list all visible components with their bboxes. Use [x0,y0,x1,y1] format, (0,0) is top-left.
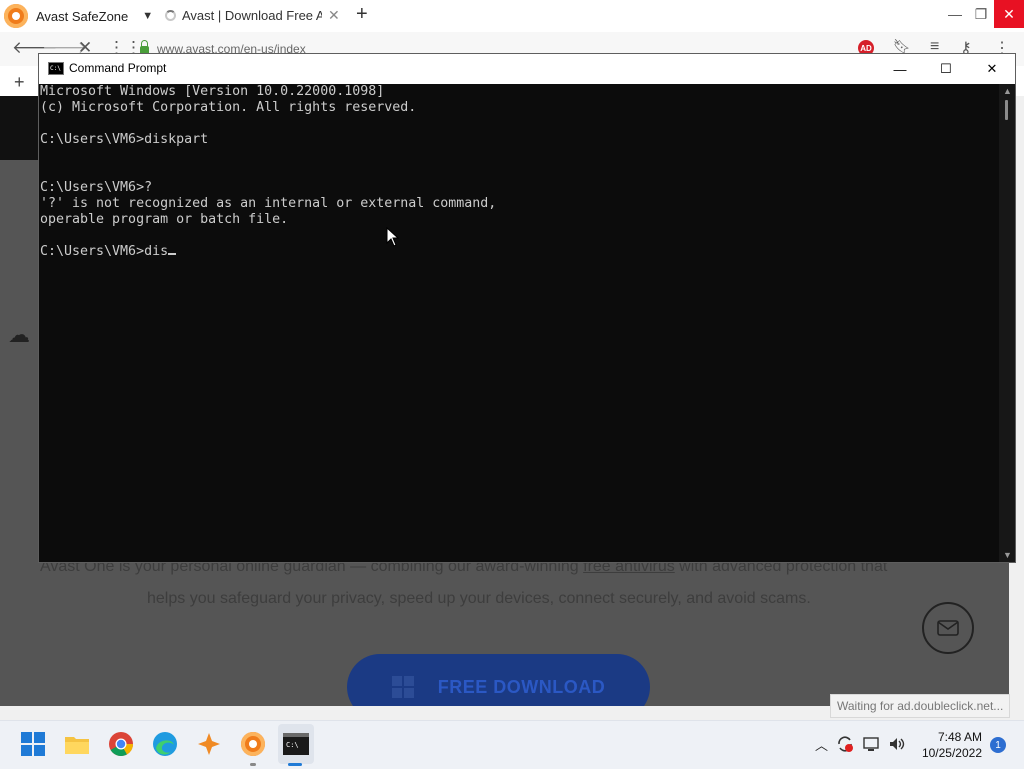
chevron-up-icon[interactable]: ︿ [815,735,828,754]
cmd-console[interactable]: Microsoft Windows [Version 10.0.22000.10… [39,84,999,562]
status-bar-text: Waiting for ad.doubleclick.net... [830,694,1010,718]
running-indicator [250,763,256,766]
clock-time: 7:48 AM [937,730,982,744]
console-line: (c) Microsoft Corporation. All rights re… [40,100,417,115]
network-icon[interactable] [862,735,880,753]
cmd-close-icon[interactable]: ✕ [969,54,1015,84]
console-line: C:\Users\VM6>? [40,180,153,195]
browser-tab[interactable]: Avast | Download Free Ant ✕ [165,7,345,24]
app-title: Avast SafeZone [36,8,129,24]
start-icon[interactable] [20,731,46,757]
scroll-up-icon[interactable]: ▲ [1003,86,1012,96]
avast-secure-browser-icon[interactable] [196,731,222,757]
browser-window-controls: — ❐ ✕ [942,0,1024,28]
clock[interactable]: 7:48 AM 10/25/2022 [922,729,982,761]
free-download-button[interactable]: FREE DOWNLOAD [347,654,650,706]
close-icon[interactable]: ✕ [994,0,1024,28]
command-prompt-taskbar-icon[interactable]: C:\ [283,733,309,755]
mouse-pointer-icon [386,227,400,247]
minimize-icon[interactable]: — [942,0,968,28]
scroll-down-icon[interactable]: ▼ [1003,550,1012,560]
console-line: '?' is not recognized as an internal or … [40,196,497,211]
chevron-down-icon[interactable]: ▼ [142,10,153,22]
edge-icon[interactable] [152,731,178,757]
chrome-icon[interactable] [108,731,134,757]
cmd-minimize-icon[interactable]: — [877,54,923,84]
taskbar: C:\ ︿ 7:48 AM 10/25/2022 1 [0,720,1024,769]
download-label: FREE DOWNLOAD [437,676,606,697]
clock-date: 10/25/2022 [921,746,982,760]
cmd-scrollbar[interactable]: ▲ ▼ [999,84,1015,562]
cmd-title-bar[interactable]: C:\ Command Prompt — ☐ ✕ [39,54,1015,84]
svg-text:C:\: C:\ [286,741,299,749]
command-prompt-window[interactable]: C:\ Command Prompt — ☐ ✕ Microsoft Windo… [38,53,1016,563]
file-explorer-icon[interactable] [64,731,90,757]
avast-logo-icon [4,4,28,28]
volume-icon[interactable] [888,735,906,753]
cmd-title: Command Prompt [69,61,167,75]
loading-spinner-icon [165,10,176,21]
windows-logo-icon [391,676,414,698]
page-description-line2: helps you safeguard your privacy, speed … [147,590,811,607]
browser-tab-bar: Avast SafeZone ▼ Avast | Download Free A… [0,0,1024,32]
restore-icon[interactable]: ❐ [968,0,994,28]
notification-badge[interactable]: 1 [990,737,1006,753]
tab-title: Avast | Download Free Ant [182,8,322,23]
cmd-maximize-icon[interactable]: ☐ [923,54,969,84]
console-line: operable program or batch file. [40,212,289,227]
active-indicator [288,763,302,766]
add-sidebar-icon[interactable]: + [14,72,25,93]
console-line: C:\Users\VM6>diskpart [40,132,209,147]
console-input[interactable]: C:\Users\VM6>dis [40,244,168,259]
new-tab-icon[interactable]: + [356,3,368,26]
cmd-icon: C:\ [48,62,64,75]
envelope-icon [937,620,959,636]
cmd-window-controls: — ☐ ✕ [877,54,1015,84]
avast-safezone-taskbar-icon[interactable] [241,732,265,756]
page-header-band [0,96,40,160]
email-button[interactable] [922,602,974,654]
app-menu[interactable]: Avast SafeZone ▼ [4,3,153,29]
console-prompt-line: C:\Users\VM6>dis [40,244,177,260]
cloud-icon: ☁︎ [8,322,30,347]
close-tab-icon[interactable]: ✕ [328,7,340,24]
text-cursor [168,253,177,255]
console-line: Microsoft Windows [Version 10.0.22000.10… [40,84,385,99]
sync-icon[interactable] [836,735,854,753]
scroll-thumb[interactable] [1005,100,1008,120]
